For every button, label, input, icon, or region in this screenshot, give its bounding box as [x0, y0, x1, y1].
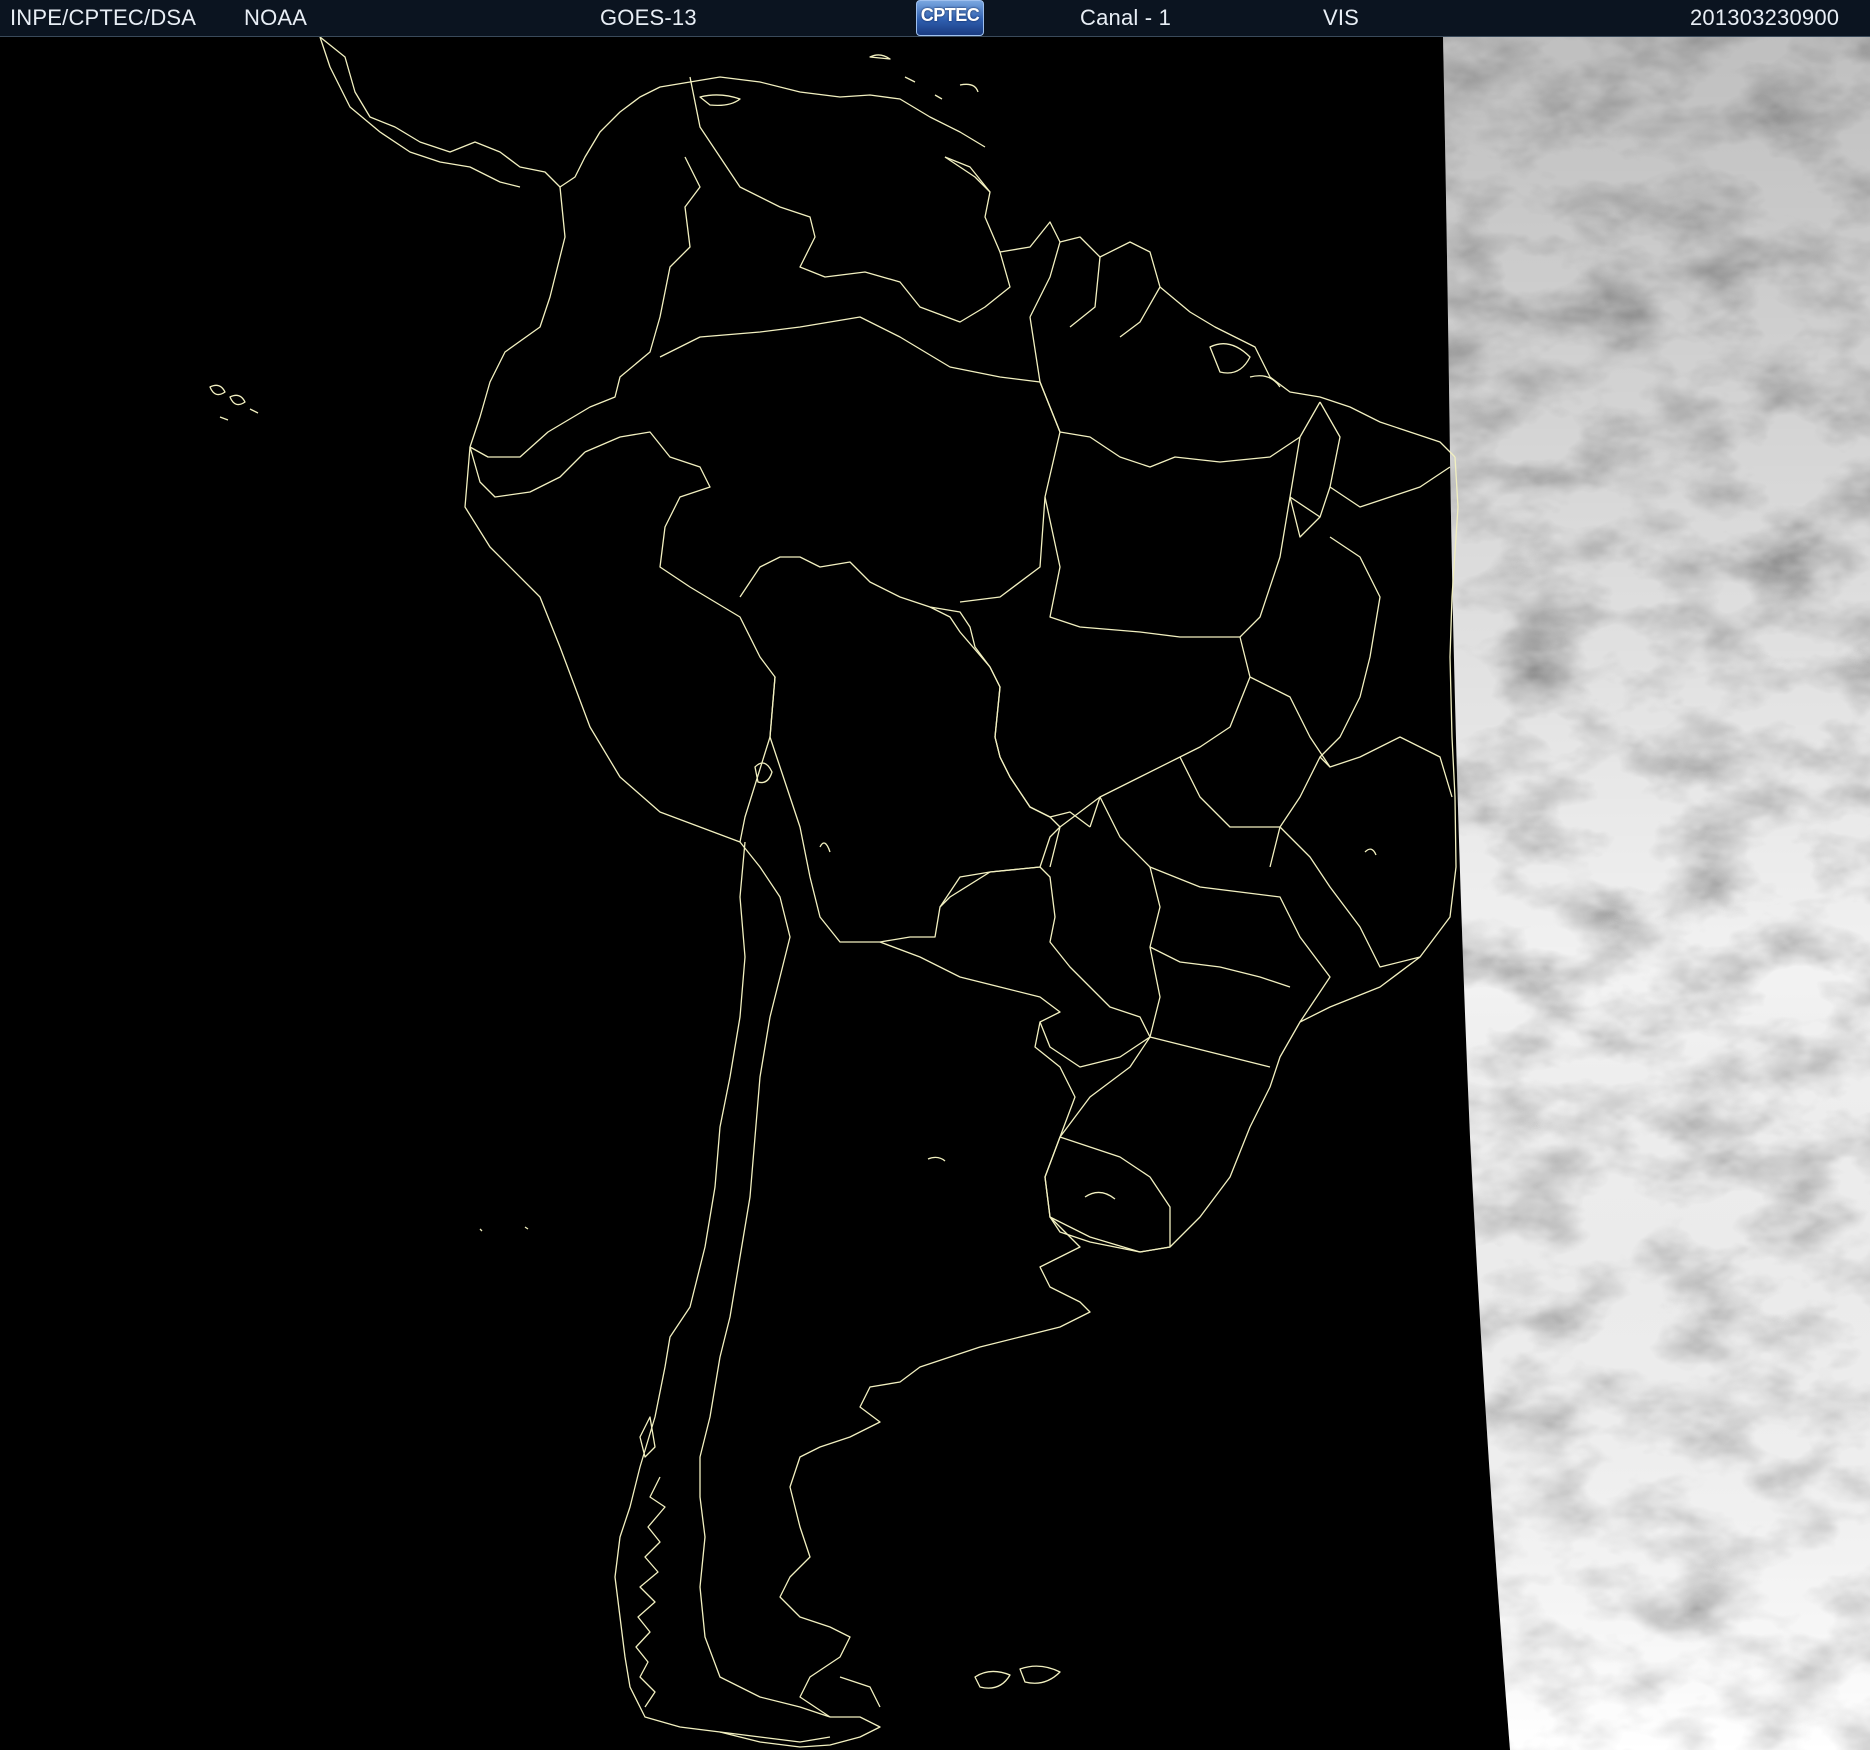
partner-label: NOAA	[244, 5, 308, 30]
channel-label: Canal - 1	[1080, 5, 1172, 30]
image-header-bar: INPE/CPTEC/DSA NOAA GOES-13 CPTEC Canal …	[0, 0, 1870, 37]
agency-label: INPE/CPTEC/DSA	[10, 5, 197, 30]
satellite-label: GOES-13	[600, 5, 697, 30]
map-canvas	[0, 37, 1870, 1750]
cptec-logo: CPTEC	[916, 0, 984, 36]
cptec-logo-text: CPTEC	[920, 5, 980, 25]
band-label: VIS	[1323, 5, 1360, 30]
timestamp-label: 201303230900	[1690, 5, 1840, 30]
satellite-map	[0, 37, 1870, 1750]
cloud-imagery	[1443, 37, 1870, 1750]
